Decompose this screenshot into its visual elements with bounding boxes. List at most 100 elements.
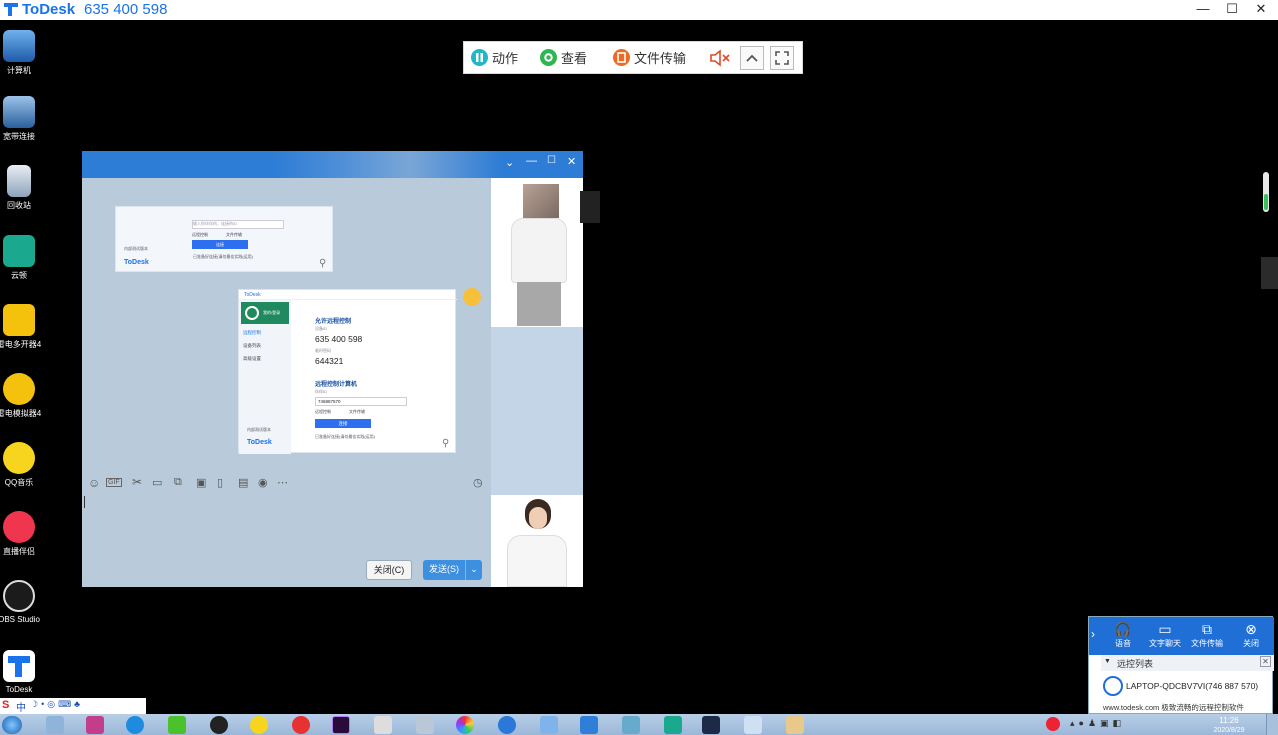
inner-device-id: 635 400 598 [315,334,363,344]
speaker-muted-icon[interactable] [709,49,731,67]
contact-avatar-top [491,178,583,327]
blurred-face [523,184,559,218]
maximize-icon[interactable]: ☐ [547,155,556,166]
zoom-icon: ⚲ [319,258,327,269]
gif-icon[interactable]: GIF [106,478,122,487]
chat-image-message-small[interactable]: 输入你伙伴的，连接的ID 远程控制 文件传输 连接 已准备好连接(请勿最佳实践(… [115,206,333,272]
ime-tool-icons[interactable]: ☽•◎⌨♣ [30,699,83,710]
view-menu-button[interactable]: 查看 [540,48,587,67]
todesk-panel-header: › 🎧 语音 ▭ 文字聊天 ⧉ 文件传输 ⊗ 关闭 [1089,617,1274,655]
folder-taskbar-icon[interactable] [786,716,804,734]
action-label: 动作 [492,51,519,66]
panel-collapse-chevron-icon[interactable]: › [1091,627,1095,641]
taskbar-app-icon[interactable] [46,716,64,734]
image-icon[interactable]: ▣ [196,476,206,489]
desktop-icon-qq-music[interactable]: QQ音乐 [0,442,49,488]
yunding-taskbar-icon[interactable] [664,716,682,734]
action-menu-button[interactable]: 动作 [471,48,518,67]
remote-control-option: 远程控制 [192,232,208,237]
netease-music-icon[interactable] [292,716,310,734]
text-chat-button[interactable]: ▭ 文字聊天 [1145,620,1185,649]
red-packet-icon[interactable]: ◉ [258,476,268,489]
download-icon[interactable] [580,716,598,734]
ime-toolbar: S 中 ☽•◎⌨♣ [0,698,146,714]
qq-music-taskbar-icon[interactable] [250,716,268,734]
send-button[interactable]: 发送(S) [423,560,465,580]
chat-close-button[interactable]: 关闭(C) [366,560,412,580]
caret-down-icon: ▼ [1104,658,1111,665]
screenshot-icon[interactable]: ⧉ [174,476,182,489]
minimize-button[interactable]: — [1188,0,1218,20]
folder-icon[interactable]: ▭ [152,476,162,489]
connected-device-id: 635 400 598 [84,1,168,18]
inner-partner-input: 746887570 [315,397,407,406]
premiere-icon[interactable] [332,716,350,734]
side-handle[interactable] [1261,257,1278,289]
taskbar-app-icon[interactable] [374,716,392,734]
panel-file-transfer-button[interactable]: ⧉ 文件传输 [1187,620,1227,649]
show-desktop-button[interactable] [1266,714,1278,735]
phone-icon[interactable]: ▯ [217,476,223,489]
file-transfer-button[interactable]: 文件传输 [613,48,686,67]
send-options-chevron-icon[interactable]: ⌄ [465,560,482,580]
desktop-icon-yunding[interactable]: 云顿 [0,235,49,281]
eye-icon [540,49,557,66]
taskbar-app-icon[interactable] [702,716,720,734]
ime-mode[interactable]: 中 [16,699,26,714]
panel-footer: www.todesk.com 极致流畅的远程控制软件 [1103,703,1244,712]
wechat-icon[interactable] [168,716,186,734]
scissors-icon[interactable]: ✂ [132,475,142,489]
desktop-icon-recycle-bin[interactable]: 回收站 [0,165,49,211]
maximize-button[interactable]: ☐ [1217,0,1247,20]
close-icon[interactable]: ✕ [567,155,576,168]
clock-time[interactable]: 11:26 [1211,716,1247,725]
panel-close-button[interactable]: ⊗ 关闭 [1231,620,1271,649]
desktop-icon-ld-multi[interactable]: 雷电多开器4 [0,304,49,350]
taskbar-app-icon[interactable] [540,716,558,734]
chat-title-bar: ⌄ — ☐ ✕ [82,151,583,178]
taskbar-app-icon[interactable] [126,716,144,734]
message-input-area[interactable] [82,493,491,563]
more-icon[interactable]: ⋯ [277,476,288,489]
tray-icons[interactable]: ▴●♟▣◧ [1070,718,1125,729]
minimize-icon[interactable]: — [526,155,537,167]
desktop-icon-computer[interactable]: 计算机 [0,30,49,76]
desktop-icon-ld-emulator[interactable]: 雷电模拟器4 [0,373,49,419]
inner-connect-button: 连接 [315,419,371,428]
taskbar-app-icon[interactable] [498,716,516,734]
logo-text: ToDesk [124,259,149,266]
taskbar-app-icon[interactable] [456,716,474,734]
connect-button: 连接 [192,240,248,249]
desktop-icon-todesk[interactable]: ToDesk [0,650,49,694]
chevron-down-icon[interactable]: ⌄ [505,156,514,169]
taskbar-app-icon[interactable] [416,716,434,734]
chat-bubble-icon: ▭ [1158,621,1172,637]
inner-logo-text: ToDesk [247,439,272,446]
desktop-icon-label: 回收站 [7,201,31,210]
taskbar-app-icon[interactable] [622,716,640,734]
file-icon[interactable]: ▤ [238,476,248,489]
taskbar-app-icon[interactable] [86,716,104,734]
voice-button[interactable]: 🎧 语音 [1103,620,1143,649]
qq-icon[interactable] [210,716,228,734]
emoji-icon[interactable]: ☺ [88,476,100,490]
taskbar-app-icon[interactable] [744,716,762,734]
close-button[interactable]: ✕ [1246,0,1276,20]
remote-device-entry[interactable]: LAPTOP-QDCBV7VI(746 887 570) [1126,681,1270,691]
tray-sogou-icon[interactable] [1046,717,1060,731]
chevron-up-icon[interactable] [740,46,764,70]
chat-image-message-large[interactable]: ToDesk 我的/登录 远程控制 设备列表 高级设置 内部测试版本 ToDes… [238,289,457,454]
list-close-icon[interactable]: ✕ [1260,656,1271,667]
desktop-icon-obs[interactable]: OBS Studio [0,580,49,624]
sogou-icon[interactable]: S [2,699,9,711]
start-button-icon[interactable] [2,716,22,734]
scrollbar-thumb[interactable] [1263,172,1269,212]
fullscreen-icon[interactable] [770,46,794,70]
app-title-bar: ToDesk 635 400 598 — ☐ ✕ [0,0,1278,20]
desktop-icon-live-companion[interactable]: 直播伴侣 [0,511,49,557]
self-avatar-bottom [491,495,583,587]
history-icon[interactable]: ◷ [473,476,483,489]
desktop-icon-broadband[interactable]: 宽带连接 [0,96,49,142]
headset-icon: 🎧 [1114,621,1132,637]
clock-date[interactable]: 2020/8/29 [1206,727,1252,734]
